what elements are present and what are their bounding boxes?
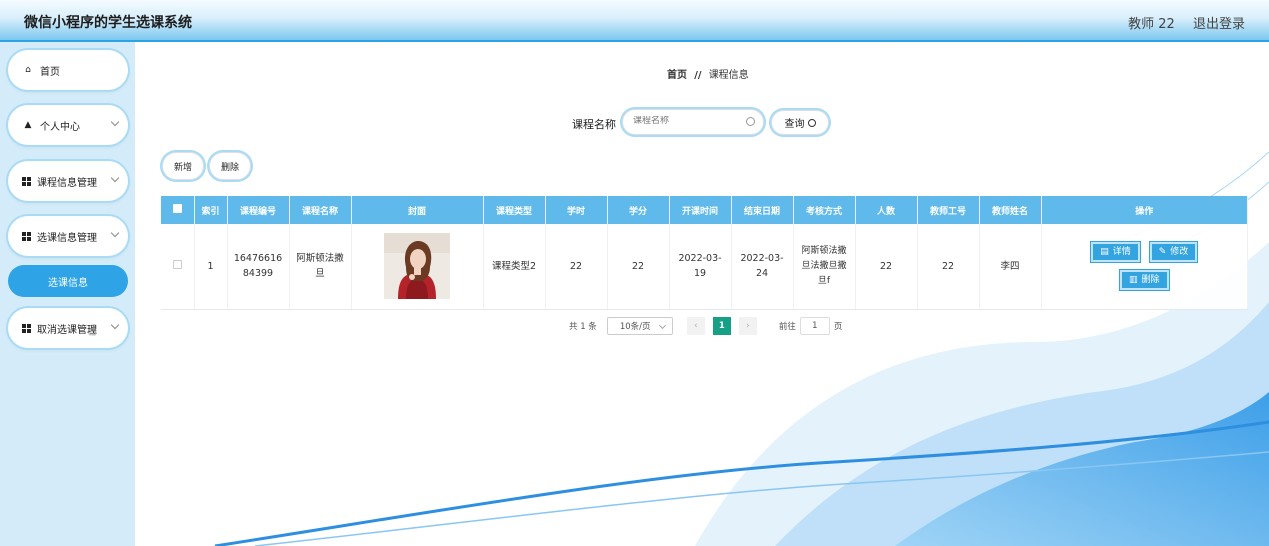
- user-area: 教师 22 退出登录: [1114, 13, 1245, 32]
- query-button[interactable]: 查询: [771, 110, 829, 135]
- add-button[interactable]: 新增: [162, 152, 204, 180]
- row-checkbox[interactable]: [172, 259, 182, 269]
- chevron-left-icon: ‹: [694, 321, 698, 331]
- sidebar-item-label: 课程信息管理: [37, 177, 97, 189]
- sidebar-item-personal-center[interactable]: ▲ 个人中心: [8, 105, 128, 145]
- col-header: 教师工号: [917, 196, 980, 224]
- col-header: 封面: [351, 196, 484, 224]
- sidebar-item-cancel-selection[interactable]: 取消选课管理: [8, 308, 128, 348]
- app-title: 微信小程序的学生选课系统: [24, 15, 192, 31]
- course-table: 索引 课程编号 课程名称 封面 课程类型 学时 学分 开课时间 结束日期 考核方…: [161, 196, 1248, 310]
- detail-button-label: 详情: [1112, 246, 1131, 257]
- top-bar: 微信小程序的学生选课系统 教师 22 退出登录: [0, 0, 1269, 42]
- chevron-down-icon: [110, 117, 120, 127]
- current-page-button[interactable]: 1: [712, 317, 731, 335]
- total-count: 共 1 条: [569, 322, 597, 332]
- sidebar-item-selection-info[interactable]: 选课信息管理: [8, 216, 128, 256]
- sidebar-item-label: 个人中心: [40, 121, 80, 133]
- cell-actions: ▤ 详情 ✎ 修改 ▥ 删除: [1041, 224, 1248, 310]
- chevron-down-icon: [110, 228, 120, 238]
- cell-course-type: 课程类型2: [483, 224, 546, 310]
- query-button-label: 查询: [784, 119, 805, 130]
- search-input[interactable]: [633, 116, 738, 126]
- cell-hours: 22: [545, 224, 608, 310]
- sidebar-item-label: 选课信息管理: [37, 232, 97, 244]
- actions-group: ▤ 详情 ✎ 修改 ▥ 删除: [1042, 241, 1248, 292]
- col-header: 课程编号: [227, 196, 290, 224]
- search-icon: [746, 117, 755, 126]
- breadcrumb-home[interactable]: 首页: [667, 70, 687, 81]
- cell-course-no: 1647661684399: [227, 224, 290, 310]
- edit-button-label: 修改: [1170, 246, 1189, 257]
- cell-course-name: 阿斯顿法撒旦: [289, 224, 352, 310]
- col-header: 考核方式: [793, 196, 856, 224]
- pagination: 共 1 条 10条/页 ‹ 1 › 前往 1 页: [569, 317, 842, 335]
- goto-page-input[interactable]: 1: [799, 317, 830, 335]
- sidebar-item-course-info[interactable]: 课程信息管理: [8, 161, 128, 201]
- sidebar-item-label: 首页: [40, 66, 60, 78]
- grid-icon: [22, 323, 31, 333]
- col-header: 操作: [1041, 196, 1248, 224]
- grid-icon: [22, 231, 31, 241]
- cell-end-date: 2022-03-24: [731, 224, 794, 310]
- chevron-down-icon: [110, 173, 120, 183]
- row-delete-button[interactable]: ▥ 删除: [1118, 269, 1170, 292]
- document-icon: ▤: [1100, 246, 1109, 257]
- home-icon: ⌂: [25, 65, 31, 75]
- trash-icon: ▥: [1128, 274, 1138, 285]
- sidebar-subitem-selection[interactable]: 选课信息: [8, 265, 128, 297]
- edit-button[interactable]: ✎ 修改: [1148, 241, 1199, 264]
- row-delete-button-label: 删除: [1141, 274, 1160, 285]
- col-header: 课程名称: [289, 196, 352, 224]
- logout-link[interactable]: 退出登录: [1193, 17, 1245, 32]
- table-header-row: 索引 课程编号 课程名称 封面 课程类型 学时 学分 开课时间 结束日期 考核方…: [161, 196, 1248, 224]
- next-page-button[interactable]: ›: [738, 317, 757, 335]
- cell-index: 1: [194, 224, 228, 310]
- detail-button[interactable]: ▤ 详情: [1090, 241, 1141, 264]
- user-icon: ▲: [24, 120, 32, 130]
- col-header: 人数: [855, 196, 918, 224]
- col-header: 结束日期: [731, 196, 794, 224]
- breadcrumb: 首页 // 课程信息: [667, 66, 749, 81]
- col-header: 教师姓名: [979, 196, 1042, 224]
- cell-assessment: 阿斯顿法撒旦法撒旦撒旦f: [793, 224, 856, 310]
- cell-teacher-id: 22: [917, 224, 980, 310]
- grid-icon: [22, 176, 31, 186]
- select-all-checkbox[interactable]: [172, 204, 182, 213]
- hand-cursor-icon: ☝: [88, 323, 97, 339]
- col-header: 学时: [545, 196, 608, 224]
- page-suffix: 页: [833, 322, 843, 332]
- pencil-icon: ✎: [1158, 246, 1167, 257]
- goto-label: 前往: [778, 322, 796, 332]
- search-icon: [807, 118, 816, 127]
- chevron-down-icon: [110, 320, 120, 330]
- cell-cover: [351, 224, 484, 310]
- search-label: 课程名称: [572, 118, 616, 131]
- main-content: 首页 // 课程信息 课程名称 查询 新增 删除 索引 课程编号 课程名称 封面…: [135, 42, 1269, 546]
- sidebar-item-home[interactable]: ⌂ 首页: [8, 50, 128, 90]
- cell-credits: 22: [607, 224, 670, 310]
- chevron-right-icon: ›: [746, 321, 750, 331]
- table-row: 1 1647661684399 阿斯顿法撒旦 课程类型2 22 22 2022-…: [161, 224, 1248, 310]
- search-field[interactable]: [622, 109, 764, 135]
- user-label: 教师 22: [1128, 17, 1175, 32]
- col-header: 索引: [194, 196, 228, 224]
- cell-people: 22: [855, 224, 918, 310]
- select-all-cell: [161, 196, 195, 224]
- page-size-select[interactable]: 10条/页: [606, 317, 673, 335]
- page-size-value: 10条/页: [619, 322, 651, 332]
- col-header: 学分: [607, 196, 670, 224]
- course-cover-image[interactable]: [384, 233, 450, 300]
- col-header: 课程类型: [483, 196, 546, 224]
- breadcrumb-separator: //: [694, 70, 702, 81]
- col-header: 开课时间: [669, 196, 732, 224]
- breadcrumb-current: 课程信息: [708, 70, 749, 81]
- prev-page-button[interactable]: ‹: [686, 317, 705, 335]
- bulk-delete-button[interactable]: 删除: [209, 152, 251, 180]
- row-select-cell: [161, 224, 195, 310]
- sidebar: ⌂ 首页 ▲ 个人中心 课程信息管理 选课信息管理 选课信息 取消选课管理 ☝: [0, 42, 135, 546]
- cell-teacher-name: 李四: [979, 224, 1042, 310]
- cell-start-date: 2022-03-19: [669, 224, 732, 310]
